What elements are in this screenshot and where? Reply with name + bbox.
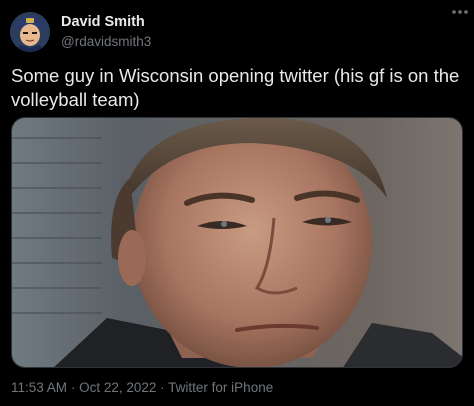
tweet-header: David Smith @rdavidsmith3 (10, 10, 464, 54)
tweet-source[interactable]: Twitter for iPhone (168, 380, 273, 395)
tweet-media-image[interactable] (11, 117, 463, 368)
tweet-text: Some guy in Wisconsin opening twitter (h… (11, 65, 460, 110)
more-horizontal-icon (452, 10, 468, 14)
tweet-date[interactable]: Oct 22, 2022 (79, 380, 156, 395)
avatar-anime-character-icon (10, 12, 50, 52)
author-names: David Smith @rdavidsmith3 (61, 13, 151, 51)
avatar[interactable] (10, 12, 50, 52)
meta-separator: · (160, 380, 165, 395)
more-options-button[interactable] (450, 4, 470, 20)
tweet-time[interactable]: 11:53 AM (11, 380, 67, 395)
movie-still-photo (12, 118, 462, 367)
user-handle[interactable]: @rdavidsmith3 (61, 32, 151, 51)
meta-separator: · (70, 380, 76, 395)
tweet-metadata: 11:53 AM · Oct 22, 2022 · Twitter for iP… (11, 380, 273, 395)
display-name[interactable]: David Smith (61, 13, 151, 32)
tweet: David Smith @rdavidsmith3 Some guy in Wi… (0, 0, 474, 406)
